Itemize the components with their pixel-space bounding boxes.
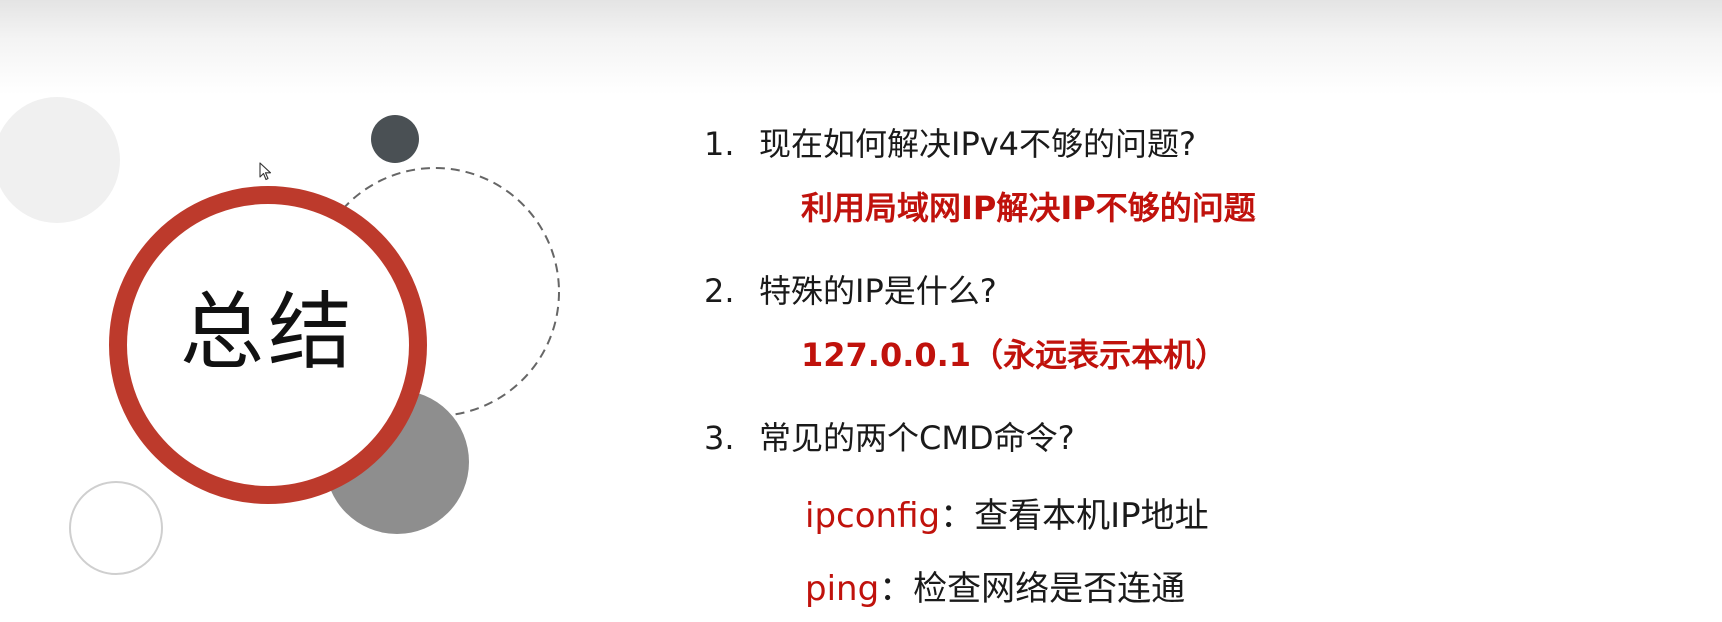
question-number: 1. [704,125,735,163]
command-name: ipconfig [805,496,941,536]
question-text: 现在如何解决IPv4不够的问题? [759,125,1197,163]
command-ipconfig: ipconfig：查看本机IP地址 [805,494,1209,538]
light-gray-circle [0,97,120,223]
command-description: 检查网络是否连通 [913,569,1186,609]
question-2: 2. 特殊的IP是什么? [704,271,997,311]
question-3: 3. 常见的两个CMD命令? [704,418,1075,458]
command-name: ping [805,569,880,609]
command-ping: ping：检查网络是否连通 [805,567,1185,611]
summary-content: 1. 现在如何解决IPv4不够的问题? 利用局域网IP解决IP不够的问题 2. 特殊… [704,0,1704,622]
command-description: 查看本机IP地址 [974,496,1209,536]
question-text: 常见的两个CMD命令? [759,419,1075,457]
outline-circle [69,481,163,575]
command-separator: ： [940,496,975,536]
answer-1: 利用局域网IP解决IP不够的问题 [801,189,1256,227]
slide-title: 总结 [179,283,356,381]
dark-dot [371,115,419,163]
question-1: 1. 现在如何解决IPv4不够的问题? [704,124,1196,164]
question-text: 特殊的IP是什么? [759,272,997,310]
command-separator: ： [879,569,914,609]
mouse-pointer-icon [259,162,272,181]
presentation-slide: 总结 1. 现在如何解决IPv4不够的问题? 利用局域网IP解决IP不够的问题 2… [0,0,1722,622]
question-number: 3. [704,419,735,457]
question-number: 2. [704,272,735,310]
answer-2: 127.0.0.1（永远表示本机） [801,336,1228,374]
